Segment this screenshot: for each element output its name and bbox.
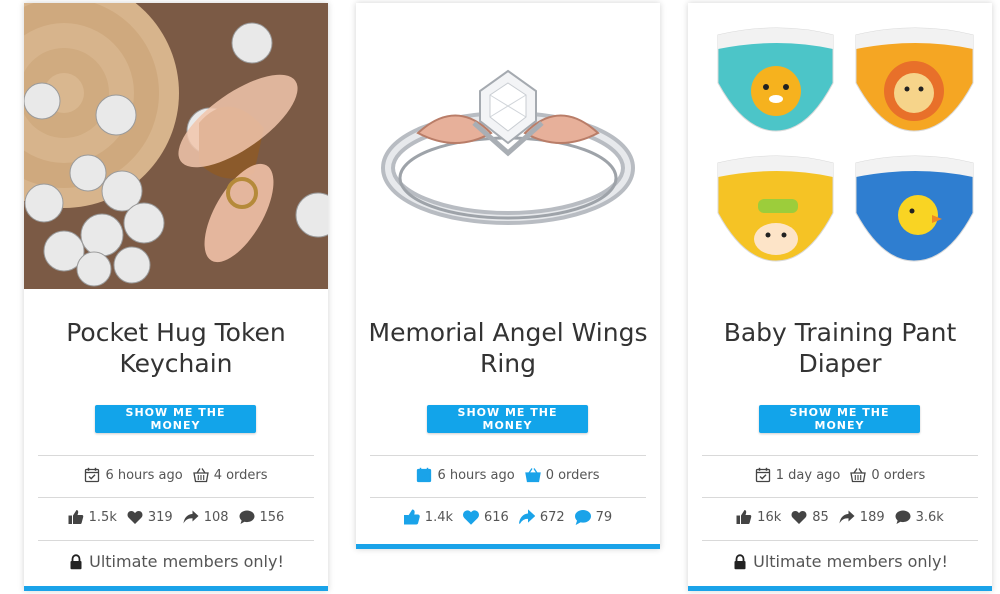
hearts-count: 85: [812, 509, 829, 525]
likes-count: 1.4k: [424, 509, 453, 525]
show-me-the-money-button[interactable]: SHOW ME THE MONEY: [427, 405, 588, 433]
posted-time: 6 hours ago: [105, 467, 183, 483]
product-image-diaper[interactable]: [688, 3, 992, 289]
heart-icon: [463, 509, 479, 525]
button-label: SHOW ME THE MONEY: [125, 406, 226, 432]
button-label: SHOW ME THE MONEY: [457, 406, 558, 432]
product-image-ring[interactable]: [356, 3, 660, 289]
engagement-row: 1.4k 616 672 79: [356, 509, 660, 525]
likes-count: 1.5k: [88, 509, 117, 525]
shares-count: 108: [203, 509, 229, 525]
hearts-count: 319: [147, 509, 173, 525]
heart-icon: [127, 509, 143, 525]
product-title[interactable]: Pocket Hug Token Keychain: [34, 317, 318, 379]
basket-icon: [193, 467, 209, 483]
divider: [702, 497, 978, 498]
likes-count: 16k: [757, 509, 782, 525]
posted-time: 6 hours ago: [437, 467, 515, 483]
engagement-row: 16k 85 189 3.6k: [688, 509, 992, 525]
members-only-row: Ultimate members only!: [688, 552, 992, 571]
share-icon: [518, 509, 535, 525]
product-card: Pocket Hug Token Keychain SHOW ME THE MO…: [24, 3, 328, 591]
orders-count: 0 orders: [545, 467, 600, 483]
product-card: Memorial Angel Wings Ring SHOW ME THE MO…: [356, 3, 660, 549]
lock-icon: [68, 554, 84, 570]
members-only-row: Ultimate members only!: [24, 552, 328, 571]
comments-count: 79: [595, 509, 613, 525]
divider: [370, 455, 646, 456]
thumbs-up-icon: [736, 509, 752, 525]
thumbs-up-icon: [68, 509, 84, 525]
comment-icon: [895, 509, 911, 525]
engagement-row: 1.5k 319 108 156: [24, 509, 328, 525]
divider: [38, 497, 314, 498]
product-image-keychain[interactable]: [24, 3, 328, 289]
product-title[interactable]: Baby Training Pant Diaper: [698, 317, 982, 379]
shares-count: 672: [539, 509, 565, 525]
comment-icon: [239, 509, 255, 525]
show-me-the-money-button[interactable]: SHOW ME THE MONEY: [95, 405, 256, 433]
orders-count: 4 orders: [213, 467, 268, 483]
thumbs-up-icon: [403, 509, 420, 525]
product-card: Baby Training Pant Diaper SHOW ME THE MO…: [688, 3, 992, 591]
product-title[interactable]: Memorial Angel Wings Ring: [366, 317, 650, 379]
comments-count: 3.6k: [915, 509, 944, 525]
shares-count: 189: [859, 509, 885, 525]
meta-row: 6 hours ago 0 orders: [356, 467, 660, 483]
calendar-icon: [416, 467, 432, 483]
restriction-text: Ultimate members only!: [753, 552, 948, 571]
basket-icon: [850, 467, 866, 483]
restriction-text: Ultimate members only!: [89, 552, 284, 571]
show-me-the-money-button[interactable]: SHOW ME THE MONEY: [759, 405, 920, 433]
posted-time: 1 day ago: [775, 467, 841, 483]
basket-icon: [524, 467, 541, 483]
comment-icon: [574, 509, 591, 525]
comments-count: 156: [259, 509, 285, 525]
divider: [370, 497, 646, 498]
divider: [38, 455, 314, 456]
divider: [38, 540, 314, 541]
card-accent-bar: [688, 586, 992, 591]
orders-count: 0 orders: [871, 467, 926, 483]
lock-icon: [732, 554, 748, 570]
card-accent-bar: [356, 544, 660, 549]
hearts-count: 616: [484, 509, 509, 525]
meta-row: 1 day ago 0 orders: [688, 467, 992, 483]
share-icon: [183, 509, 199, 525]
button-label: SHOW ME THE MONEY: [789, 406, 890, 432]
divider: [702, 540, 978, 541]
calendar-icon: [84, 467, 100, 483]
share-icon: [839, 509, 855, 525]
heart-icon: [791, 509, 807, 525]
divider: [702, 455, 978, 456]
meta-row: 6 hours ago 4 orders: [24, 467, 328, 483]
calendar-icon: [755, 467, 771, 483]
card-accent-bar: [24, 586, 328, 591]
